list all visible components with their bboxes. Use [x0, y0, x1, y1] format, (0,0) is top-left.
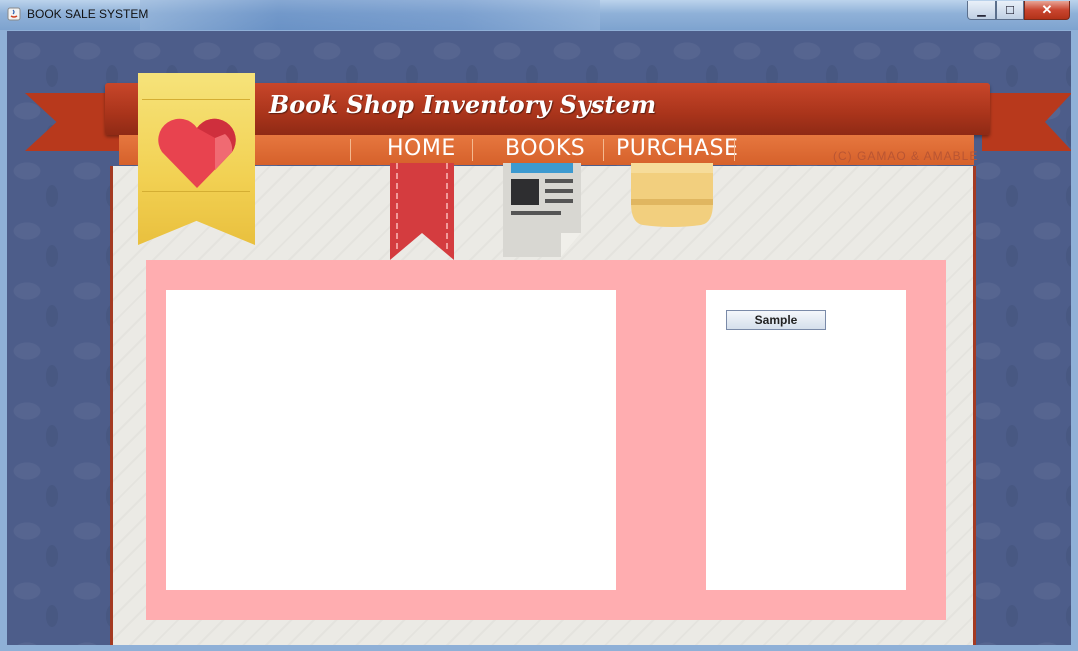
nav-separator [603, 139, 604, 161]
maximize-button[interactable]: ☐ [996, 1, 1024, 20]
content-panel [166, 290, 616, 590]
window-controls: ▁ ☐ ✕ [967, 1, 1070, 20]
titlebar-background [140, 0, 600, 30]
nav-books[interactable]: BOOKS [505, 134, 585, 164]
badge-stitch-line [142, 191, 250, 192]
bookmark-icon[interactable] [387, 163, 457, 263]
window-titlebar[interactable]: BOOK SALE SYSTEM ▁ ☐ ✕ [0, 0, 1078, 30]
credit-text: (C) GAMAO & AMABLE [833, 149, 979, 163]
box-icon[interactable] [627, 163, 717, 259]
nav-home[interactable]: HOME [387, 134, 456, 164]
window-title: BOOK SALE SYSTEM [27, 7, 149, 21]
close-button[interactable]: ✕ [1024, 1, 1070, 20]
app-content: Book Shop Inventory System HOME BOOKS PU… [7, 31, 1071, 645]
java-app-icon[interactable] [7, 7, 21, 21]
side-panel [706, 290, 906, 590]
nav-separator [734, 139, 735, 161]
minimize-button[interactable]: ▁ [967, 1, 996, 20]
nav-purchase[interactable]: PURCHASE [616, 134, 738, 164]
heart-icon [158, 118, 236, 188]
app-title: Book Shop Inventory System [269, 90, 657, 119]
nav-separator [472, 139, 473, 161]
sample-button[interactable]: Sample [726, 310, 826, 330]
nav-separator [350, 139, 351, 161]
newspaper-icon[interactable] [501, 163, 583, 259]
badge-stitch-line [142, 99, 250, 100]
